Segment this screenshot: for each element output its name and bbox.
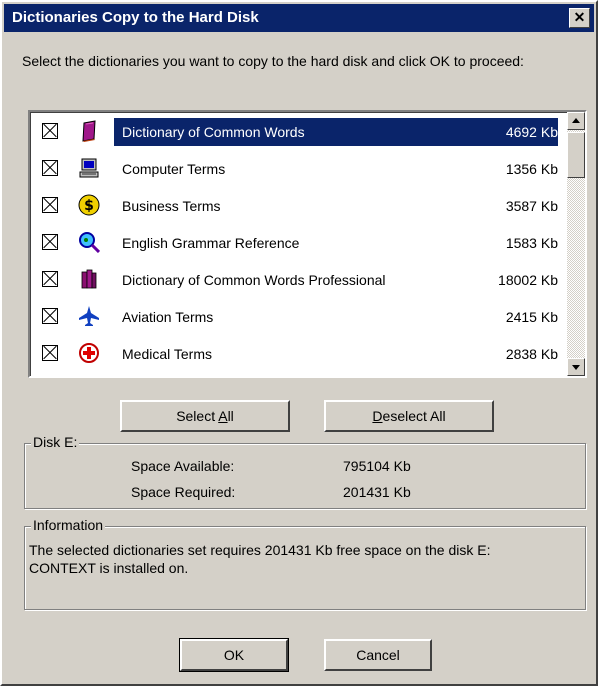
dictionary-size: 4692 Kb: [501, 120, 558, 144]
dictionary-checkbox[interactable]: [42, 160, 58, 176]
list-item[interactable]: English Grammar Reference 1583 Kb: [34, 227, 560, 259]
list-item[interactable]: Dictionary of Common Words Professional …: [34, 264, 560, 296]
arrow-up-icon: [572, 118, 580, 123]
airplane-icon: [79, 306, 99, 326]
close-icon: ✕: [573, 9, 586, 25]
dictionary-checkbox[interactable]: [42, 345, 58, 361]
space-required-value: 201431 Kb: [343, 484, 411, 500]
deselect-all-accel: D: [372, 408, 383, 424]
select-all-label-part: ll: [227, 408, 234, 424]
information-group: Information The selected dictionaries se…: [24, 517, 586, 610]
deselect-all-button[interactable]: Deselect All: [324, 400, 494, 432]
scroll-down-button[interactable]: [567, 358, 585, 376]
disk-group-title: Disk E:: [31, 434, 80, 450]
select-all-button[interactable]: Select All: [120, 400, 290, 432]
dictionary-name: Dictionary of Common Words Professional: [122, 272, 386, 288]
books-icon: [81, 269, 97, 289]
dictionary-checkbox[interactable]: [42, 308, 58, 324]
disk-group: Disk E: Space Available: 795104 Kb Space…: [24, 434, 586, 509]
magnifier-icon: [79, 232, 100, 253]
dictionary-name: Aviation Terms: [122, 309, 214, 325]
dictionary-size: 2415 Kb: [505, 309, 558, 325]
computer-icon: [79, 158, 99, 178]
close-button[interactable]: ✕: [569, 8, 590, 28]
select-all-label-part: Select: [176, 408, 219, 424]
dictionary-list[interactable]: Dictionary of Common Words 4692 Kb Compu…: [28, 110, 587, 378]
arrow-down-icon: [572, 365, 580, 370]
information-group-title: Information: [31, 517, 106, 533]
vertical-scrollbar[interactable]: [567, 112, 585, 376]
dictionary-size: 1356 Kb: [505, 161, 558, 177]
dictionary-checkbox[interactable]: [42, 234, 58, 250]
space-available-label: Space Available:: [131, 458, 235, 474]
ok-button[interactable]: OK: [179, 638, 289, 672]
dictionary-size: 1583 Kb: [505, 235, 558, 251]
space-available-value: 795104 Kb: [343, 458, 411, 474]
book-icon: [82, 120, 96, 142]
window-title: Dictionaries Copy to the Hard Disk: [12, 9, 259, 26]
information-line-2: CONTEXT is installed on.: [29, 560, 189, 576]
title-bar[interactable]: Dictionaries Copy to the Hard Disk ✕: [4, 4, 594, 32]
select-all-accel: A: [218, 408, 228, 424]
list-item[interactable]: Aviation Terms 2415 Kb: [34, 301, 560, 333]
svg-text:$: $: [84, 198, 94, 214]
dictionary-size: 18002 Kb: [498, 272, 558, 288]
dictionary-checkbox[interactable]: [42, 197, 58, 213]
space-required-label: Space Required:: [131, 484, 236, 500]
information-text: The selected dictionaries set requires 2…: [29, 541, 569, 577]
list-item[interactable]: Computer Terms 1356 Kb: [34, 153, 560, 185]
list-item[interactable]: Medical Terms 2838 Kb: [34, 338, 560, 370]
scroll-thumb[interactable]: [567, 132, 585, 178]
dictionary-checkbox[interactable]: [42, 123, 58, 139]
dictionary-checkbox[interactable]: [42, 271, 58, 287]
medical-cross-icon: [79, 343, 99, 363]
list-item[interactable]: $ Business Terms 3587 Kb: [34, 190, 560, 222]
scroll-up-button[interactable]: [567, 112, 585, 130]
list-item[interactable]: Dictionary of Common Words 4692 Kb: [34, 116, 560, 148]
dollar-coin-icon: $: [78, 194, 100, 216]
dictionary-size: 2838 Kb: [505, 346, 558, 362]
information-line-1: The selected dictionaries set requires 2…: [29, 542, 491, 558]
dictionary-name: Computer Terms: [122, 161, 226, 177]
dictionary-name: Medical Terms: [122, 346, 212, 362]
deselect-all-label-part: eselect All: [382, 408, 446, 424]
cancel-button[interactable]: Cancel: [324, 639, 432, 671]
dictionary-name: Dictionary of Common Words: [116, 120, 311, 144]
instruction-text: Select the dictionaries you want to copy…: [22, 53, 524, 69]
dialog-window: Dictionaries Copy to the Hard Disk ✕ Sel…: [0, 0, 598, 686]
dictionary-name: English Grammar Reference: [122, 235, 300, 251]
dictionary-name: Business Terms: [122, 198, 221, 214]
dictionary-size: 3587 Kb: [505, 198, 558, 214]
